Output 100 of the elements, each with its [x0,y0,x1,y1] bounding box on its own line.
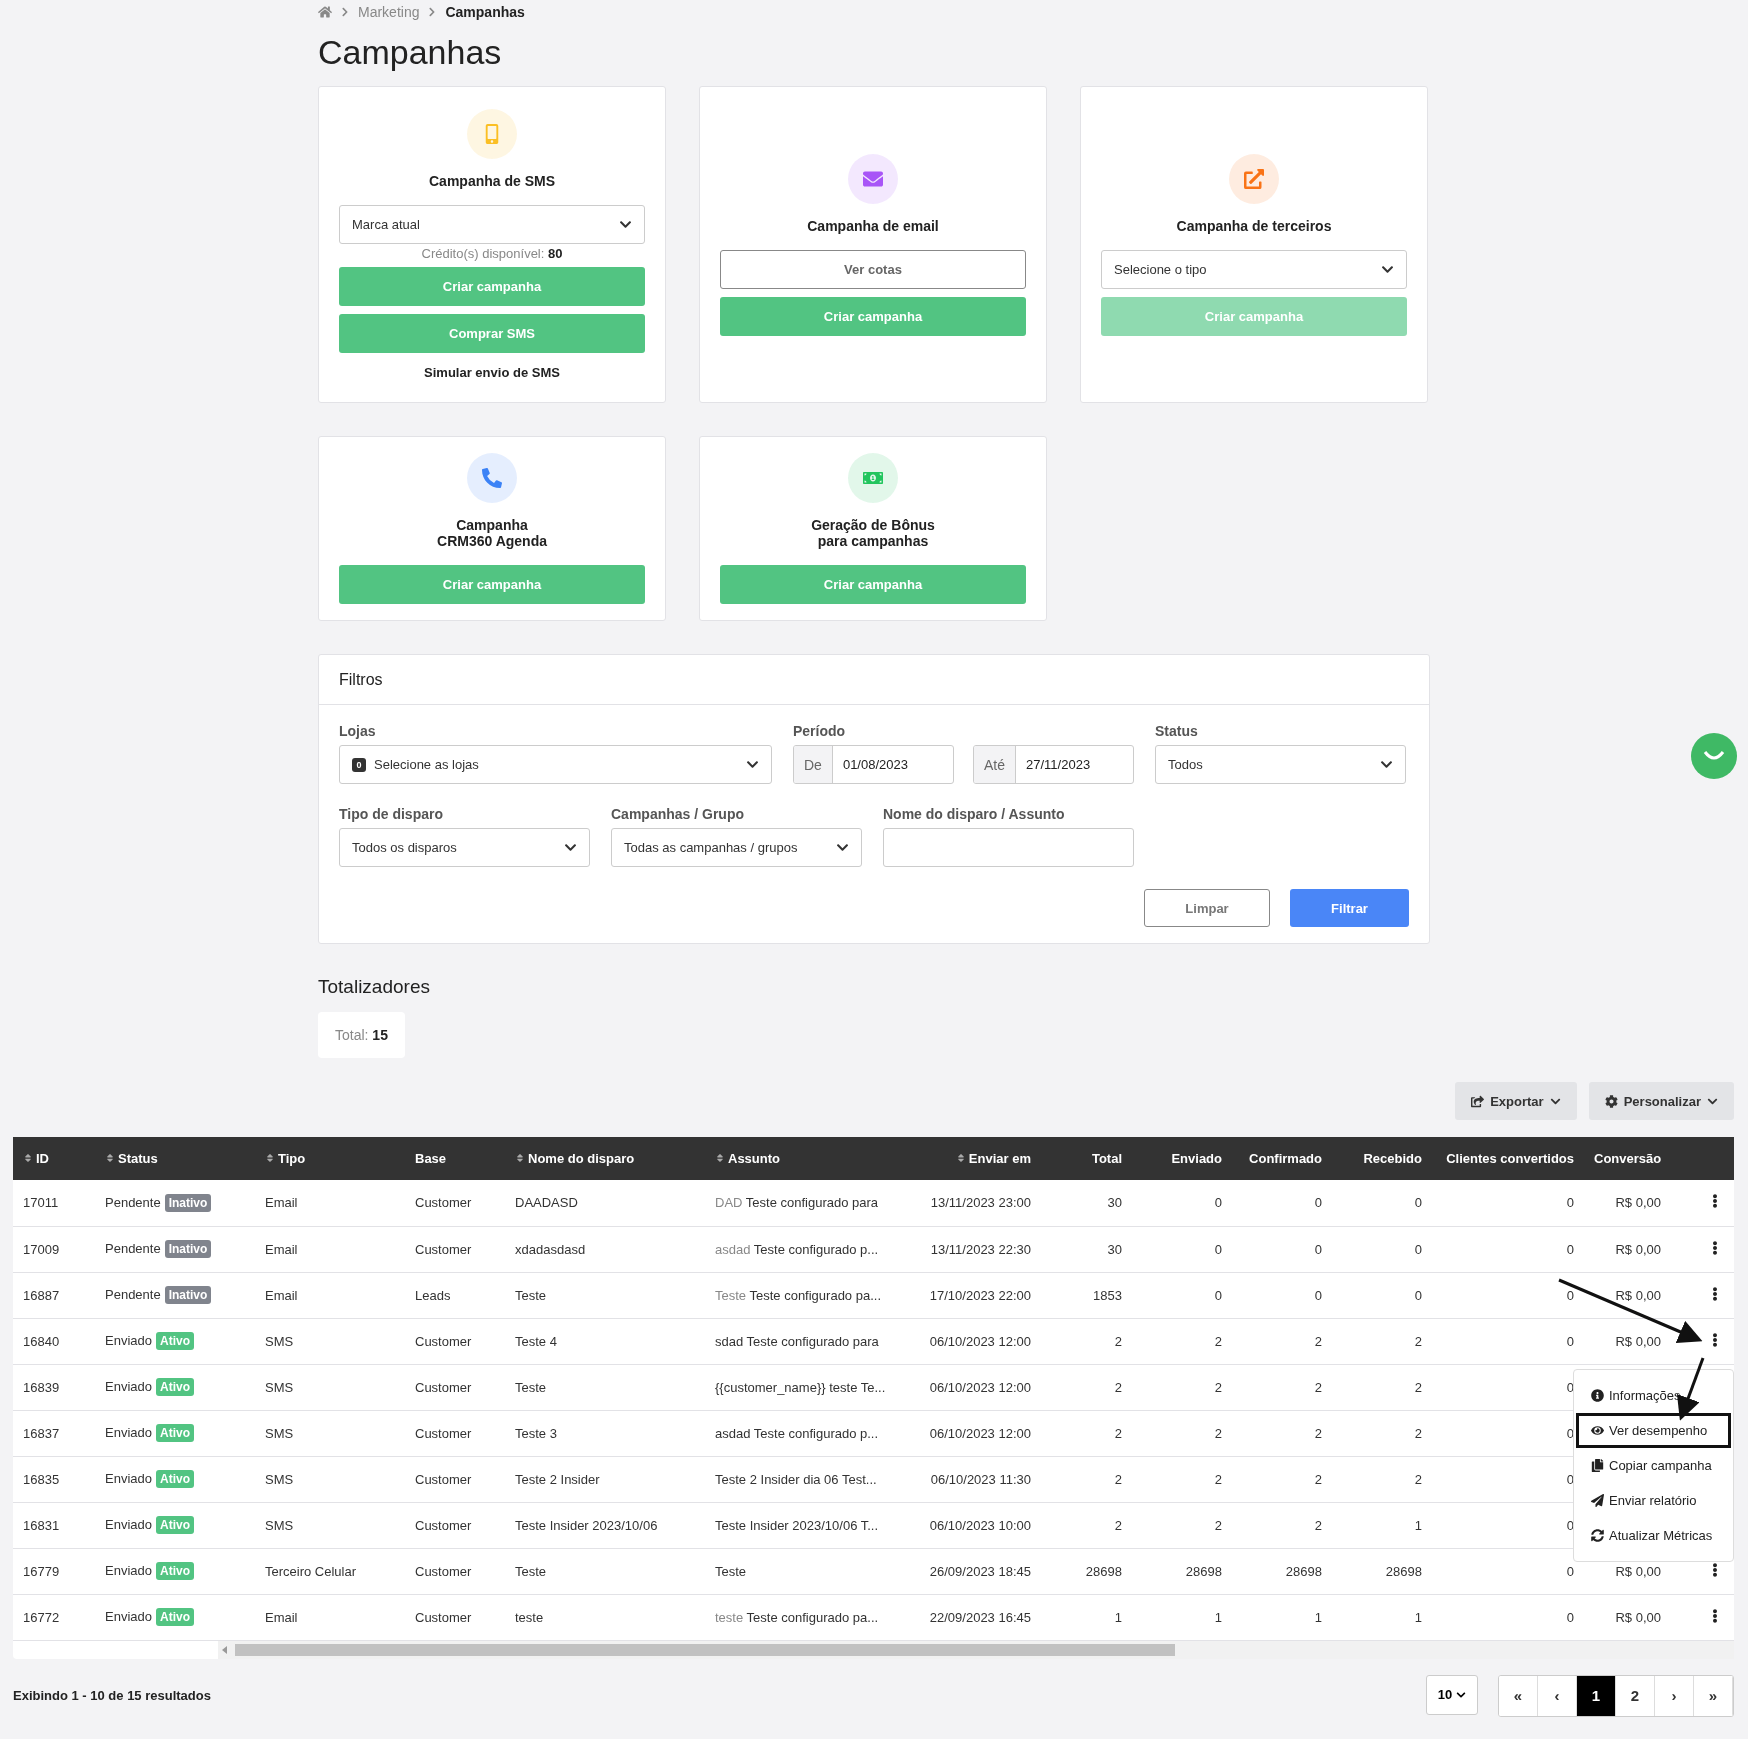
group-select[interactable]: Todas as campanhas / grupos [611,828,862,867]
status-badge: Inativo [164,1240,212,1258]
table-cell: Teste 4 [505,1318,705,1364]
table-cell: xdadasdasd [505,1226,705,1272]
status-text: Enviado [105,1609,152,1624]
status-text: Enviado [105,1517,152,1532]
column-header[interactable]: Assunto [705,1137,915,1180]
menu-item[interactable]: Ver desempenho [1576,1413,1731,1448]
external-link-icon [1244,168,1264,189]
table-cell: 06/10/2023 12:00 [915,1364,1041,1410]
info-icon [1591,1389,1604,1402]
table-cell: Email [255,1180,405,1226]
status-badge: Ativo [156,1378,194,1396]
select-field[interactable]: Marca atual [339,205,645,244]
table-cell: Teste 2 Insider dia 06 Test... [705,1456,915,1502]
table-cell: 1 [1132,1594,1232,1640]
table-cell: Teste [705,1548,915,1594]
table-cell: 16835 [13,1456,95,1502]
page-size-select[interactable]: 10 [1426,1674,1478,1715]
table-cell: 2 [1041,1502,1132,1548]
table-cell: 2 [1132,1410,1232,1456]
page-button[interactable]: 1 [1577,1675,1616,1716]
table-cell: 06/10/2023 12:00 [915,1410,1041,1456]
quota-button[interactable]: Ver cotas [720,249,1026,289]
home-icon[interactable] [318,4,332,19]
table-cell: Teste [505,1548,705,1594]
chevron-down-icon [1380,758,1393,771]
table-cell: Teste 2 Insider [505,1456,705,1502]
table-cell: 16840 [13,1318,95,1364]
status-badge: Inativo [164,1193,212,1212]
table-cell: 0 [1432,1226,1584,1272]
column-header[interactable]: Tipo [255,1137,405,1180]
table-cell: 0 [1432,1318,1584,1364]
status-text: Enviado [105,1333,152,1348]
status-select[interactable]: Todos [1155,745,1406,784]
date-field[interactable]: Até 27/11/2023 [973,745,1134,784]
table-cell: teste Teste configurado pa... [705,1594,915,1640]
type-select[interactable]: Todos os disparos [339,828,590,867]
table-cell: R$ 0,00 [1584,1226,1671,1272]
chevron-down-icon [619,218,632,231]
table-cell: SMS [255,1318,405,1364]
table-cell: DAD Teste configurado para [705,1180,915,1226]
table-cell: 0 [1132,1180,1232,1226]
table-cell: SMS [255,1364,405,1410]
table-cell: Leads [405,1272,505,1318]
select-field[interactable]: Selecione o tipo [1101,249,1407,289]
table-cell: 0 [1132,1272,1232,1318]
table-cell: 06/10/2023 10:00 [915,1502,1041,1548]
table-cell: 1 [1232,1594,1332,1640]
status-badge: Ativo [156,1424,194,1442]
table-cell: 2 [1232,1364,1332,1410]
chevron-down-icon [1456,1689,1467,1700]
table-cell: Customer [405,1364,505,1410]
table-cell: 30 [1041,1226,1132,1272]
chevron-down-icon [836,841,849,854]
table-cell: 28698 [1232,1548,1332,1594]
table-cell: 0 [1232,1180,1332,1226]
clear-button[interactable]: Limpar [1144,889,1270,927]
column-header: Recebido [1332,1137,1432,1180]
table-cell: 2 [1332,1410,1432,1456]
column-header[interactable]: Status [95,1137,255,1180]
chevron-right-icon [340,6,350,17]
field-label: Tipo de disparo [339,806,444,822]
table-cell: 26/09/2023 18:45 [915,1548,1041,1594]
table-cell: asdad Teste configurado p... [705,1226,915,1272]
table-cell: 0 [1232,1272,1332,1318]
status-badge: Ativo [156,1608,194,1626]
card-title: Campanha de SMS [428,173,556,189]
customize-button[interactable]: Personalizar [1588,1082,1734,1120]
table-cell: Customer [405,1180,505,1226]
table-cell: 2 [1041,1318,1132,1364]
phone-icon [482,468,502,488]
simulate-link[interactable]: Simular envio de SMS [339,365,645,380]
date-field[interactable]: De 01/08/2023 [793,745,954,784]
field-label: Lojas [339,723,377,739]
total-card: Total: 15 [318,1012,405,1058]
table-cell: Customer [405,1318,505,1364]
table-cell: 16837 [13,1410,95,1456]
table-cell: R$ 0,00 [1584,1180,1671,1226]
table-cell: 0 [1432,1180,1584,1226]
table-cell: 17011 [13,1180,95,1226]
table-cell: 0 [1432,1594,1584,1640]
table-cell: 1 [1041,1594,1132,1640]
table-cell: 22/09/2023 16:45 [915,1594,1041,1640]
field-label: Nome do disparo / Assunto [883,806,1066,822]
column-header[interactable]: ID [13,1137,95,1180]
table-cell: 2 [1232,1502,1332,1548]
name-field[interactable] [883,828,1134,867]
table-cell: Email [255,1272,405,1318]
page-button[interactable]: « [1499,1675,1538,1716]
table-cell: 06/10/2023 11:30 [915,1456,1041,1502]
table-cell: 2 [1132,1318,1232,1364]
column-header[interactable]: Nome do disparo [505,1137,705,1180]
table-cell: 2 [1132,1456,1232,1502]
column-header: Base [405,1137,505,1180]
export-button[interactable]: Exportar [1455,1082,1577,1120]
table-cell: Email [255,1594,405,1640]
table-cell: 13/11/2023 23:00 [915,1180,1041,1226]
column-header[interactable]: Enviar em [915,1137,1041,1180]
stores-select[interactable]: 0 Selecione as lojas [339,745,772,784]
